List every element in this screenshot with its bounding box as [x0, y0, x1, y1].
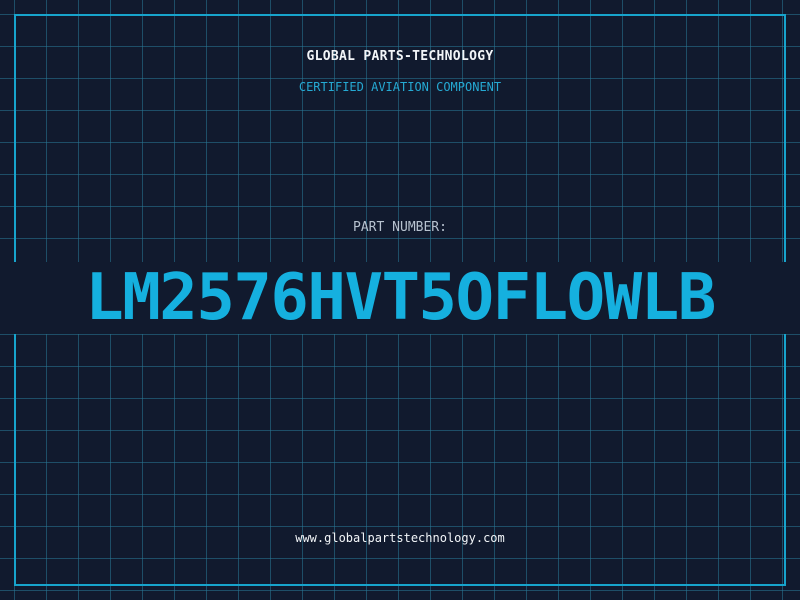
- website-url: www.globalpartstechnology.com: [295, 531, 505, 545]
- part-number-label: PART NUMBER:: [353, 220, 447, 235]
- brand-title: GLOBAL PARTS-TECHNOLOGY: [306, 49, 494, 64]
- part-label-card: GLOBAL PARTS-TECHNOLOGY CERTIFIED AVIATI…: [0, 0, 800, 600]
- certification-subtitle: CERTIFIED AVIATION COMPONENT: [298, 80, 502, 94]
- part-number-value: LM2576HVT5OFLOWLB: [0, 262, 800, 334]
